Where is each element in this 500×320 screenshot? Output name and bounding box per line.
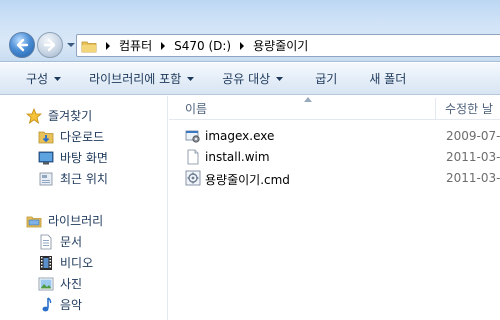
column-header-name[interactable]: 이름 (185, 100, 207, 117)
chevron-down-icon (54, 76, 62, 81)
forward-button[interactable] (37, 32, 63, 58)
file-date: 2009-07-1 (446, 129, 500, 143)
file-row-install-wim[interactable]: install.wim 2011-03-2 (169, 147, 500, 168)
downloads-folder-icon (38, 131, 54, 143)
sidebar-item-recent-places[interactable]: 최근 위치 (38, 170, 108, 187)
organize-label: 구성 (26, 72, 49, 86)
new-folder-button[interactable]: 새 폴더 (369, 70, 406, 87)
sidebar-item-label: 문서 (60, 235, 83, 249)
star-icon (26, 107, 42, 124)
sidebar-item-label: 음악 (60, 298, 83, 312)
file-name: install.wim (205, 150, 270, 164)
file-icon (187, 149, 199, 165)
address-bar[interactable]: 컴퓨터 S470 (D:) 용량줄이기 (76, 34, 500, 57)
navigation-pane: 즐겨찾기 다운로드 바탕 화면 최근 위치 라이브러리 문서 비디오 사진 음악 (0, 96, 168, 320)
chevron-down-icon (187, 76, 195, 81)
desktop-icon (38, 151, 54, 164)
file-row-imagex[interactable]: imagex.exe 2009-07-1 (169, 126, 500, 147)
favorites-label: 즐겨찾기 (48, 109, 93, 123)
arrow-right-icon (43, 38, 56, 52)
chevron-down-icon (276, 76, 284, 81)
sidebar-item-label: 사진 (60, 277, 83, 291)
library-icon (26, 216, 42, 227)
sidebar-item-videos[interactable]: 비디오 (38, 254, 93, 271)
file-name: imagex.exe (205, 129, 275, 143)
cmd-icon (185, 170, 201, 186)
column-header-date-modified[interactable]: 수정한 날 (445, 100, 493, 117)
sidebar-item-music[interactable]: 음악 (38, 296, 82, 313)
libraries-label: 라이브러리 (48, 214, 104, 228)
include-in-library-label: 라이브러리에 포함 (89, 72, 182, 86)
breadcrumb-separator-icon[interactable] (101, 39, 115, 53)
include-in-library-button[interactable]: 라이브러리에 포함 (89, 70, 195, 87)
sidebar-item-downloads[interactable]: 다운로드 (38, 128, 104, 145)
file-list: 이름 수정한 날 imagex.exe 2009-07-1 install.wi… (169, 96, 500, 320)
recent-pages-dropdown-icon[interactable] (66, 41, 76, 49)
recent-places-icon (39, 172, 53, 185)
file-date: 2011-03-2 (446, 171, 500, 185)
breadcrumb-drive[interactable]: S470 (D:) (174, 39, 231, 53)
folder-icon (81, 41, 97, 52)
burn-button[interactable]: 굽기 (315, 70, 337, 87)
exe-icon (185, 130, 200, 143)
organize-button[interactable]: 구성 (26, 70, 62, 87)
breadcrumb-current-folder[interactable]: 용량줄이기 (253, 37, 308, 54)
new-folder-label: 새 폴더 (369, 72, 407, 86)
share-with-label: 공유 대상 (222, 72, 271, 86)
burn-label: 굽기 (315, 72, 338, 86)
documents-icon (40, 234, 52, 249)
sidebar-item-label: 최근 위치 (60, 172, 108, 186)
sidebar-item-label: 비디오 (60, 256, 94, 270)
breadcrumb-separator-icon[interactable] (235, 39, 249, 53)
window-header: 컴퓨터 S470 (D:) 용량줄이기 (0, 0, 500, 62)
favorites-group[interactable]: 즐겨찾기 (26, 107, 92, 124)
sidebar-item-label: 다운로드 (60, 130, 105, 144)
breadcrumb-computer[interactable]: 컴퓨터 (119, 37, 152, 54)
share-with-button[interactable]: 공유 대상 (222, 70, 284, 87)
sort-ascending-icon (304, 97, 312, 102)
sidebar-item-pictures[interactable]: 사진 (38, 275, 82, 292)
libraries-group[interactable]: 라이브러리 (26, 212, 103, 229)
music-note-icon (42, 296, 52, 311)
sidebar-item-label: 바탕 화면 (60, 151, 108, 165)
column-divider[interactable] (435, 98, 436, 120)
arrow-left-icon (16, 38, 29, 52)
sidebar-item-desktop[interactable]: 바탕 화면 (38, 149, 108, 166)
file-date: 2011-03-2 (446, 150, 500, 164)
file-name: 용량줄이기.cmd (205, 173, 290, 187)
back-button[interactable] (9, 32, 35, 58)
command-bar: 구성 라이브러리에 포함 공유 대상 굽기 새 폴더 (0, 63, 500, 95)
column-header-row: 이름 수정한 날 (169, 96, 500, 120)
file-row-cmd[interactable]: 용량줄이기.cmd 2011-03-2 (169, 168, 500, 189)
breadcrumb-separator-icon[interactable] (156, 39, 170, 53)
sidebar-item-documents[interactable]: 문서 (38, 233, 82, 250)
video-icon (40, 255, 52, 270)
pictures-icon (38, 277, 54, 290)
